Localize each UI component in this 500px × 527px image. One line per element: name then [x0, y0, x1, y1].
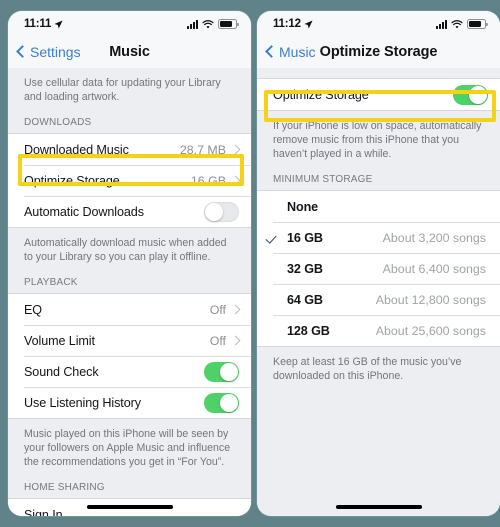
status-bar: 11:11: [8, 11, 251, 35]
back-button-settings[interactable]: Settings: [16, 43, 81, 60]
row-optimize-storage[interactable]: Optimize Storage 16 GB: [8, 165, 251, 196]
screenshot-stage: 11:11 Settings Music Use cellular data f…: [0, 0, 500, 527]
minimum-storage-group: None 16 GB About 3,200 songs 32 GB About…: [257, 190, 500, 347]
chevron-left-icon: [265, 45, 278, 58]
row-value: 28.7 MB: [179, 142, 226, 157]
listening-history-toggle[interactable]: [204, 392, 239, 413]
row-downloaded-music[interactable]: Downloaded Music 28.7 MB: [8, 134, 251, 165]
chevron-left-icon: [16, 45, 29, 58]
toggle-knob: [220, 393, 238, 412]
minimum-storage-note: Keep at least 16 GB of the music you’ve …: [273, 356, 462, 382]
row-value: 16 GB: [190, 173, 226, 188]
checkmark-icon: [265, 230, 281, 246]
row-volume-limit[interactable]: Volume Limit Off: [8, 325, 251, 356]
checkmark-icon: [265, 199, 281, 215]
section-header-minimum-storage: MINIMUM STORAGE: [273, 174, 373, 185]
row-label: 32 GB: [287, 261, 323, 276]
row-storage-32gb[interactable]: 32 GB About 6,400 songs: [257, 253, 500, 284]
navigation-bar: Music Optimize Storage: [257, 35, 500, 68]
status-bar-time: 11:11: [24, 18, 52, 30]
automatic-downloads-note: Automatically download music when added …: [24, 237, 227, 263]
chevron-right-icon: [230, 304, 241, 315]
home-indicator[interactable]: [335, 505, 422, 509]
toggle-knob: [205, 202, 223, 221]
status-bar: 11:12: [257, 11, 500, 35]
back-button-label: Settings: [30, 43, 81, 60]
back-button-label: Music: [279, 43, 316, 60]
downloads-group: Downloaded Music 28.7 MB Optimize Storag…: [8, 133, 251, 228]
optimize-storage-toggle[interactable]: [453, 84, 488, 105]
listening-history-note: Music played on this iPhone will be seen…: [24, 428, 231, 468]
row-label: EQ: [24, 302, 42, 317]
automatic-downloads-toggle[interactable]: [204, 201, 239, 222]
location-arrow-icon: [54, 20, 63, 28]
row-automatic-downloads[interactable]: Automatic Downloads: [8, 196, 251, 227]
row-label: Optimize Storage: [273, 87, 369, 102]
checkmark-icon: [265, 323, 281, 339]
row-label: 128 GB: [287, 323, 330, 338]
row-label: None: [287, 199, 319, 214]
row-use-listening-history[interactable]: Use Listening History: [8, 387, 251, 418]
row-storage-16gb[interactable]: 16 GB About 3,200 songs: [257, 222, 500, 253]
row-value: About 12,800 songs: [375, 292, 486, 307]
row-value: About 6,400 songs: [382, 261, 486, 276]
status-bar-right: [187, 19, 239, 29]
row-value: Off: [209, 333, 226, 348]
status-bar-time: 11:12: [273, 18, 301, 30]
status-bar-left: 11:11: [24, 18, 63, 30]
row-value: About 3,200 songs: [382, 230, 486, 245]
toggle-knob: [469, 85, 487, 104]
status-bar-right: [436, 19, 488, 29]
chevron-right-icon: [230, 335, 241, 346]
toggle-knob: [220, 362, 238, 381]
section-header-downloads: DOWNLOADS: [24, 117, 92, 128]
cellular-signal-icon: [436, 19, 447, 29]
right-phone-screenshot: 11:12 Music Optimize Storage Optimize St…: [257, 11, 500, 516]
cellular-data-note: Use cellular data for updating your Libr…: [24, 77, 221, 103]
checkmark-icon: [265, 292, 281, 308]
section-header-home-sharing: HOME SHARING: [24, 482, 105, 493]
row-label: Automatic Downloads: [24, 204, 144, 219]
row-value: Off: [209, 302, 226, 317]
navigation-bar: Settings Music: [8, 35, 251, 68]
back-button-music[interactable]: Music: [265, 43, 316, 60]
top-spacer: [257, 68, 500, 78]
chevron-right-icon: [230, 175, 241, 186]
home-indicator[interactable]: [86, 505, 173, 509]
checkmark-icon: [265, 261, 281, 277]
optimize-storage-note: If your iPhone is low on space, automati…: [273, 120, 482, 160]
wifi-icon: [451, 19, 463, 28]
settings-content[interactable]: Use cellular data for updating your Libr…: [8, 68, 251, 516]
row-storage-none[interactable]: None: [257, 191, 500, 222]
wifi-icon: [202, 19, 214, 28]
sound-check-toggle[interactable]: [204, 361, 239, 382]
row-label: Optimize Storage: [24, 173, 120, 188]
status-bar-left: 11:12: [273, 18, 313, 30]
row-storage-128gb[interactable]: 128 GB About 25,600 songs: [257, 315, 500, 346]
optimize-storage-group: Optimize Storage: [257, 78, 500, 111]
playback-group: EQ Off Volume Limit Off Sound Check Use …: [8, 293, 251, 419]
row-label: Downloaded Music: [24, 142, 129, 157]
row-label: Volume Limit: [24, 333, 95, 348]
row-sound-check[interactable]: Sound Check: [8, 356, 251, 387]
row-optimize-storage-toggle[interactable]: Optimize Storage: [257, 79, 500, 110]
battery-icon: [218, 19, 239, 29]
battery-icon: [467, 19, 488, 29]
left-phone-screenshot: 11:11 Settings Music Use cellular data f…: [8, 11, 251, 516]
row-value: About 25,600 songs: [375, 323, 486, 338]
row-label: 64 GB: [287, 292, 323, 307]
location-arrow-icon: [304, 20, 313, 28]
row-storage-64gb[interactable]: 64 GB About 12,800 songs: [257, 284, 500, 315]
optimize-storage-content[interactable]: Optimize Storage If your iPhone is low o…: [257, 68, 500, 516]
row-label: Sound Check: [24, 364, 99, 379]
cellular-signal-icon: [187, 19, 198, 29]
row-label: Use Listening History: [24, 395, 141, 410]
row-label: 16 GB: [287, 230, 323, 245]
row-eq[interactable]: EQ Off: [8, 294, 251, 325]
chevron-right-icon: [230, 144, 241, 155]
section-header-playback: PLAYBACK: [24, 277, 78, 288]
